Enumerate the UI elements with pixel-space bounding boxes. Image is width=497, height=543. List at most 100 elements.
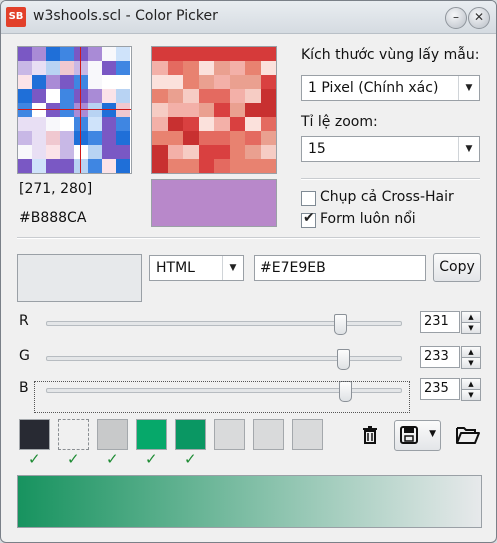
magnifier-pixel — [102, 131, 116, 145]
channel-value-input[interactable]: 233 — [420, 346, 460, 368]
zoom-pixel — [214, 145, 230, 159]
folder-open-icon[interactable] — [455, 424, 481, 446]
minimize-icon: – — [453, 10, 459, 24]
color-format-value: HTML — [156, 260, 195, 276]
magnifier-pixel — [60, 47, 74, 61]
channel-slider-thumb[interactable] — [336, 349, 350, 370]
save-palette-button[interactable]: ▼ — [394, 420, 441, 451]
minimize-button[interactable]: – — [445, 7, 467, 29]
zoom-pixel — [183, 103, 199, 117]
magnifier-pixel — [88, 117, 102, 131]
magnifier-pixel — [18, 117, 32, 131]
magnifier-pixel — [74, 145, 88, 159]
magnifier-view — [17, 46, 132, 174]
zoom-select[interactable]: 15 ▼ — [301, 136, 480, 162]
zoom-pixel — [183, 47, 199, 61]
divider — [301, 178, 480, 180]
magnifier-pixel — [46, 145, 60, 159]
magnifier-pixel — [102, 75, 116, 89]
zoomed-sample-view — [151, 46, 277, 174]
magnifier-pixel — [18, 145, 32, 159]
magnifier-pixel — [32, 103, 46, 117]
zoom-pixel — [152, 89, 168, 103]
zoom-pixel — [167, 61, 183, 75]
channel-slider-track[interactable] — [46, 321, 402, 326]
palette-swatch[interactable] — [292, 419, 323, 450]
close-button[interactable]: ✕ — [468, 7, 490, 29]
magnifier-pixel — [32, 159, 46, 173]
zoom-pixel — [245, 131, 261, 145]
magnifier-pixel — [74, 159, 88, 173]
sample-size-select[interactable]: 1 Pixel (Chính xác) ▼ — [301, 75, 480, 101]
focus-rectangle — [34, 381, 410, 413]
channel-slider-thumb[interactable] — [334, 314, 348, 335]
palette-swatch[interactable] — [175, 419, 206, 450]
zoom-pixel — [167, 47, 183, 61]
zoom-pixel — [245, 75, 261, 89]
magnifier-pixel — [116, 145, 130, 159]
zoom-label: Tỉ lệ zoom: — [301, 114, 378, 130]
magnifier-pixel — [88, 75, 102, 89]
spin-down-icon[interactable]: ▼ — [461, 357, 481, 369]
color-value-input[interactable]: #E7E9EB — [254, 255, 426, 281]
always-on-top-checkbox[interactable]: ✔ — [301, 210, 316, 228]
magnifier-pixel — [18, 103, 32, 117]
magnifier-pixel — [32, 131, 46, 145]
magnifier-pixel — [74, 131, 88, 145]
magnifier-pixel — [46, 61, 60, 75]
palette-swatch[interactable] — [19, 419, 50, 450]
magnifier-pixel — [102, 159, 116, 173]
zoom-pixel — [183, 159, 199, 173]
palette-swatch[interactable] — [253, 419, 284, 450]
zoom-pixel — [167, 117, 183, 131]
palette-swatch[interactable] — [214, 419, 245, 450]
magnifier-pixel — [102, 89, 116, 103]
magnifier-pixel — [46, 159, 60, 173]
zoom-pixel — [183, 89, 199, 103]
zoom-pixel — [167, 89, 183, 103]
zoom-pixel — [214, 47, 230, 61]
magnifier-pixel — [18, 89, 32, 103]
sampled-hex: #B888CA — [19, 210, 87, 226]
zoom-pixel — [214, 131, 230, 145]
channel-value-input[interactable]: 231 — [420, 311, 460, 333]
copy-button[interactable]: Copy — [433, 253, 481, 282]
spin-down-icon[interactable]: ▼ — [461, 322, 481, 334]
palette-swatch[interactable] — [58, 419, 89, 450]
zoom-pixel — [245, 117, 261, 131]
capture-crosshair-checkbox[interactable] — [301, 191, 316, 206]
zoom-pixel — [152, 131, 168, 145]
zoom-pixel — [214, 117, 230, 131]
zoom-pixel — [260, 89, 276, 103]
magnifier-pixel — [74, 117, 88, 131]
color-format-select[interactable]: HTML ▼ — [149, 255, 244, 281]
zoom-pixel — [198, 131, 214, 145]
zoom-pixel — [167, 131, 183, 145]
channel-value-input[interactable]: 235 — [420, 378, 460, 400]
magnifier-pixel — [116, 131, 130, 145]
palette-swatch[interactable] — [97, 419, 128, 450]
magnifier-pixel — [46, 131, 60, 145]
zoom-pixel — [229, 89, 245, 103]
channel-value: 231 — [424, 314, 449, 329]
zoom-pixel — [245, 47, 261, 61]
zoom-pixel — [183, 145, 199, 159]
magnifier-pixel — [102, 145, 116, 159]
magnifier-pixel — [18, 47, 32, 61]
zoom-pixel — [167, 103, 183, 117]
zoom-pixel — [183, 117, 199, 131]
magnifier-pixel — [60, 75, 74, 89]
palette-swatch[interactable] — [136, 419, 167, 450]
trash-icon[interactable] — [359, 424, 381, 446]
chevron-down-icon: ▼ — [458, 76, 479, 100]
magnifier-pixel — [74, 103, 88, 117]
magnifier-pixel — [116, 159, 130, 173]
zoom-pixel — [167, 145, 183, 159]
zoom-pixel — [167, 159, 183, 173]
pointer-coordinates: [271, 280] — [19, 181, 93, 197]
sampled-color-preview — [151, 179, 277, 227]
zoom-pixel — [229, 159, 245, 173]
spin-down-icon[interactable]: ▼ — [461, 389, 481, 401]
zoom-pixel — [245, 61, 261, 75]
zoom-pixel — [152, 103, 168, 117]
